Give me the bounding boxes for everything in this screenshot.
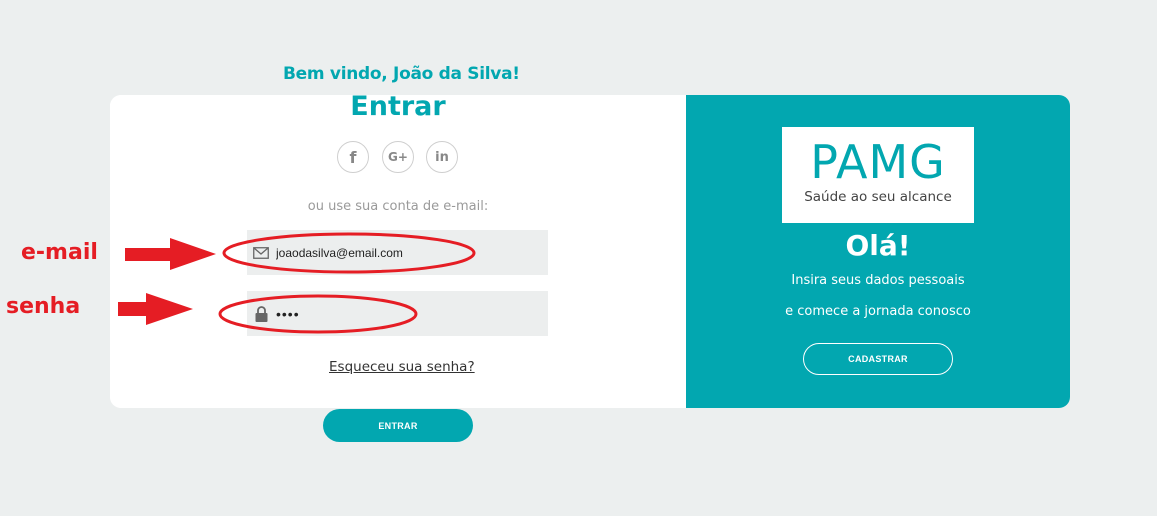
password-input[interactable] [276,305,516,322]
sign-in-button[interactable]: ENTRAR [323,409,473,442]
sign-up-button[interactable]: CADASTRAR [803,343,953,375]
linkedin-login-button[interactable]: in [426,141,458,173]
google-plus-login-button[interactable]: G+ [382,141,414,173]
envelope-icon [252,244,270,262]
facebook-login-button[interactable]: f [337,141,369,173]
google-plus-icon: G+ [388,150,408,164]
forgot-password-link[interactable]: Esqueceu sua senha? [329,359,475,375]
facebook-icon: f [349,147,357,167]
linkedin-icon: in [435,149,449,165]
sign-in-panel: Entrar f G+ in ou use sua conta de e-mai… [110,95,686,408]
email-field[interactable] [247,230,548,275]
login-card: Entrar f G+ in ou use sua conta de e-mai… [110,95,1070,408]
welcome-message: Bem vindo, João da Silva! [283,64,520,84]
pamg-logo: PAMG Saúde ao seu alcance [782,127,974,223]
sign-up-text-line-2: e comece a jornada conosco [785,304,971,319]
lock-icon [252,305,270,323]
email-annotation-label: e-mail [21,240,98,265]
logo-wordmark: PAMG [810,135,946,189]
sign-up-heading: Olá! [845,229,911,262]
sign-in-title: Entrar [350,95,446,122]
email-input[interactable] [276,245,516,260]
sign-up-panel: PAMG Saúde ao seu alcance Olá! Insira se… [686,95,1070,408]
password-annotation-label: senha [6,294,81,319]
sign-up-text-line-1: Insira seus dados pessoais [791,273,965,288]
email-login-subtitle: ou use sua conta de e-mail: [307,199,489,214]
logo-tagline: Saúde ao seu alcance [804,189,952,205]
password-field[interactable] [247,291,548,336]
